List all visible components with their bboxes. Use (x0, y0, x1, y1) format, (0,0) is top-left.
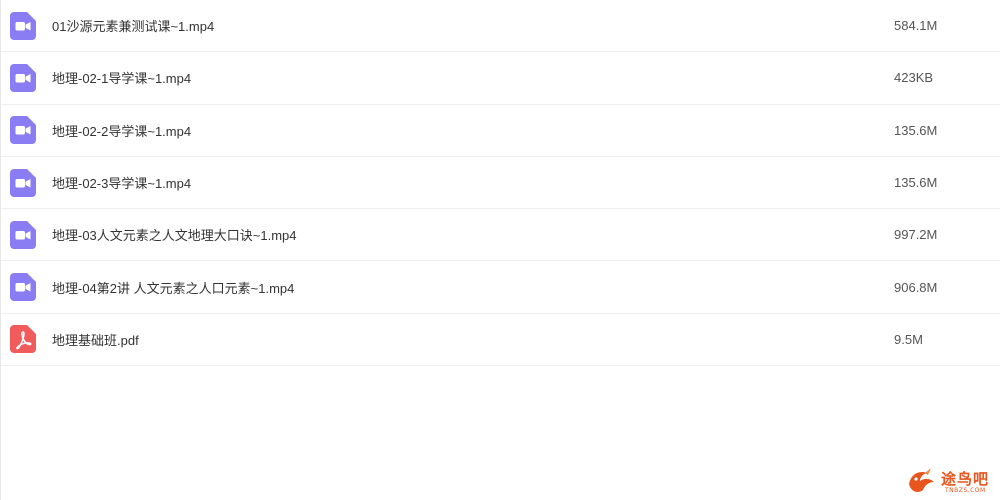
file-row[interactable]: 地理-04第2讲 人文元素之人口元素~1.mp4 906.8M (1, 261, 1000, 314)
file-size: 997.2M (894, 227, 938, 243)
file-size: 584.1M (894, 18, 938, 34)
file-row[interactable]: 地理-02-2导学课~1.mp4 135.6M (1, 105, 1000, 157)
video-file-icon (10, 220, 36, 249)
file-name[interactable]: 01沙源元素兼测试课~1.mp4 (52, 16, 214, 35)
watermark-logo: 途鸟吧 TNBZS.COM (903, 462, 999, 498)
bird-logo-icon (909, 468, 934, 492)
file-size: 135.6M (894, 122, 938, 138)
video-file-icon (10, 63, 36, 92)
file-row[interactable]: 地理-03人文元素之人文地理大口诀~1.mp4 997.2M (1, 209, 1000, 262)
video-file-icon (10, 11, 36, 40)
file-row[interactable]: 01沙源元素兼测试课~1.mp4 584.1M (1, 0, 1000, 53)
file-name[interactable]: 地理-04第2讲 人文元素之人口元素~1.mp4 (52, 278, 294, 297)
file-name[interactable]: 地理-03人文元素之人文地理大口诀~1.mp4 (52, 225, 297, 244)
file-row[interactable]: 地理基础班.pdf 9.5M (1, 314, 1000, 367)
file-name[interactable]: 地理基础班.pdf (52, 330, 139, 349)
file-row[interactable]: 地理-02-1导学课~1.mp4 423KB (1, 52, 1000, 105)
file-list-panel: 01沙源元素兼测试课~1.mp4 584.1M 地理-02-1导学课~1.mp4 4… (0, 0, 1000, 500)
file-name[interactable]: 地理-02-1导学课~1.mp4 (52, 68, 191, 87)
file-name[interactable]: 地理-02-3导学课~1.mp4 (52, 173, 191, 192)
watermark-title: 途鸟吧 (941, 470, 990, 488)
file-size: 906.8M (894, 279, 938, 295)
video-file-icon (10, 116, 36, 145)
file-list: 01沙源元素兼测试课~1.mp4 584.1M 地理-02-1导学课~1.mp4 4… (1, 0, 1000, 367)
watermark-subtitle: TNBZS.COM (945, 487, 986, 494)
file-row[interactable]: 地理-02-3导学课~1.mp4 135.6M (1, 157, 1000, 210)
pdf-file-icon (10, 325, 36, 354)
file-size: 423KB (894, 70, 934, 86)
file-size: 135.6M (894, 175, 938, 191)
file-size: 9.5M (894, 331, 923, 347)
video-file-icon (10, 273, 36, 302)
file-name[interactable]: 地理-02-2导学课~1.mp4 (52, 121, 191, 140)
video-file-icon (10, 168, 36, 197)
